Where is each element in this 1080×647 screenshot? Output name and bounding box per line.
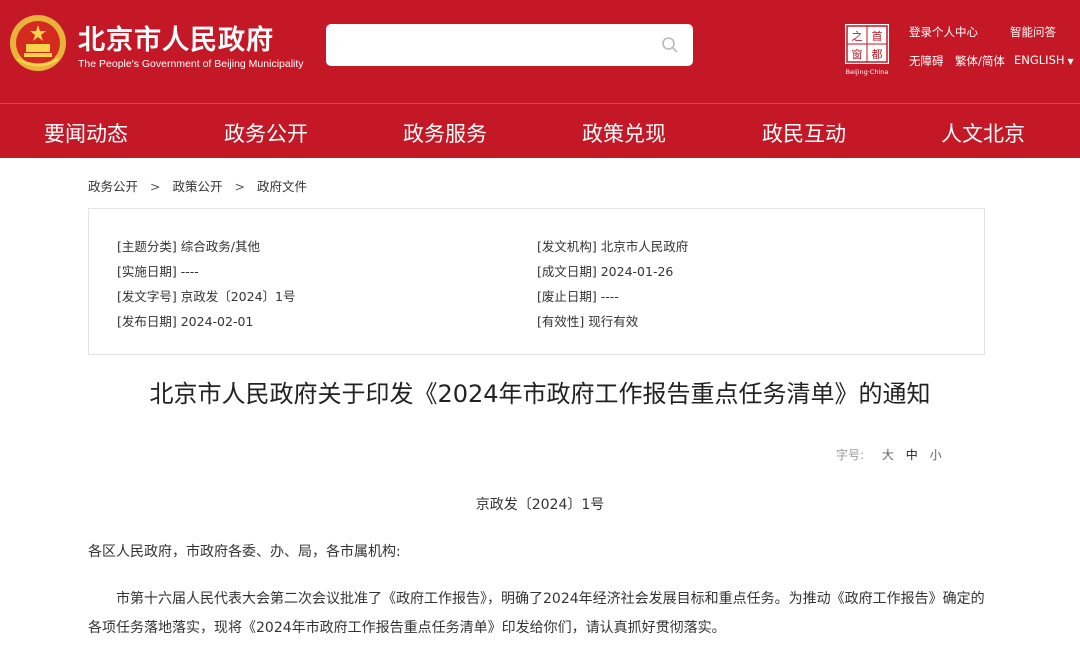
smart-qa-link[interactable]: 智能问答 [1010,24,1056,40]
document-number: 京政发〔2024〕1号 [475,497,605,513]
breadcrumb: 政务公开 > 政策公开 > 政府文件 [88,176,307,195]
national-emblem-icon[interactable] [8,13,68,73]
font-size-small[interactable]: 小 [930,448,942,462]
trad-simp-link[interactable]: 繁体/简体 [955,53,1005,69]
nav-item-gov-affairs[interactable]: 政务公开 [224,118,308,148]
breadcrumb-separator: > [150,179,161,194]
info-publish-date: [发布日期] 2024-02-01 [117,314,254,329]
capital-window-logo[interactable]: 首 都 之 窗 Beijing·China [843,22,891,76]
login-link[interactable]: 登录个人中心 [909,24,978,40]
info-validity: [有效性] 现行有效 [537,314,639,329]
info-issuing-agency: [发文机构] 北京市人民政府 [537,239,689,254]
capital-logo-caption: Beijing·China [846,68,889,76]
search-box [326,24,693,66]
info-drafted-date: [成文日期] 2024-01-26 [537,264,674,279]
site-header: 北京市人民政府 The People's Government of Beiji… [0,0,1080,103]
nav-item-news[interactable]: 要闻动态 [44,118,128,148]
info-repeal-date: [废止日期] ---- [537,289,619,304]
breadcrumb-item[interactable]: 政府文件 [257,179,307,194]
capital-logo-char: 首 [872,29,883,43]
nav-item-interaction[interactable]: 政民互动 [762,118,846,148]
font-size-large[interactable]: 大 [882,448,894,462]
document-info-box: [主题分类] 综合政务/其他 [实施日期] ---- [发文字号] 京政发〔20… [88,208,985,355]
breadcrumb-item[interactable]: 政策公开 [173,179,223,194]
caret-down-icon: ▼ [1067,57,1074,66]
font-size-medium[interactable]: 中 [906,448,918,462]
english-link[interactable]: ENGLISH ▼ [1014,53,1074,67]
font-size-control: 字号: 大 中 小 [836,446,942,463]
capital-logo-char: 之 [852,29,863,43]
breadcrumb-separator: > [234,179,245,194]
breadcrumb-item[interactable]: 政务公开 [88,179,138,194]
info-doc-number: [发文字号] 京政发〔2024〕1号 [117,289,296,304]
font-size-label: 字号: [836,448,865,462]
info-subject-category: [主题分类] 综合政务/其他 [117,239,260,254]
english-link-label: ENGLISH [1014,53,1065,67]
capital-logo-char: 窗 [852,47,863,61]
nav-item-culture[interactable]: 人文北京 [941,118,1025,148]
main-nav: 要闻动态 政务公开 政务服务 政策兑现 政民互动 人文北京 [0,103,1080,158]
search-input[interactable] [338,24,648,66]
search-icon[interactable] [661,36,679,54]
nav-item-gov-services[interactable]: 政务服务 [403,118,487,148]
site-subtitle: The People's Government of Beijing Munic… [78,58,304,70]
accessibility-link[interactable]: 无障碍 [909,53,944,69]
document-paragraph: 市第十六届人民代表大会第二次会议批准了《政府工作报告》，明确了2024年经济社会… [88,591,985,636]
info-effective-date: [实施日期] ---- [117,264,199,279]
capital-logo-char: 都 [872,48,883,61]
nav-item-policy-fulfillment[interactable]: 政策兑现 [582,118,666,148]
document-salutation: 各区人民政府，市政府各委、办、局，各市属机构: [88,544,401,560]
site-title[interactable]: 北京市人民政府 [78,18,274,57]
document-title: 北京市人民政府关于印发《2024年市政府工作报告重点任务清单》的通知 [149,380,931,408]
